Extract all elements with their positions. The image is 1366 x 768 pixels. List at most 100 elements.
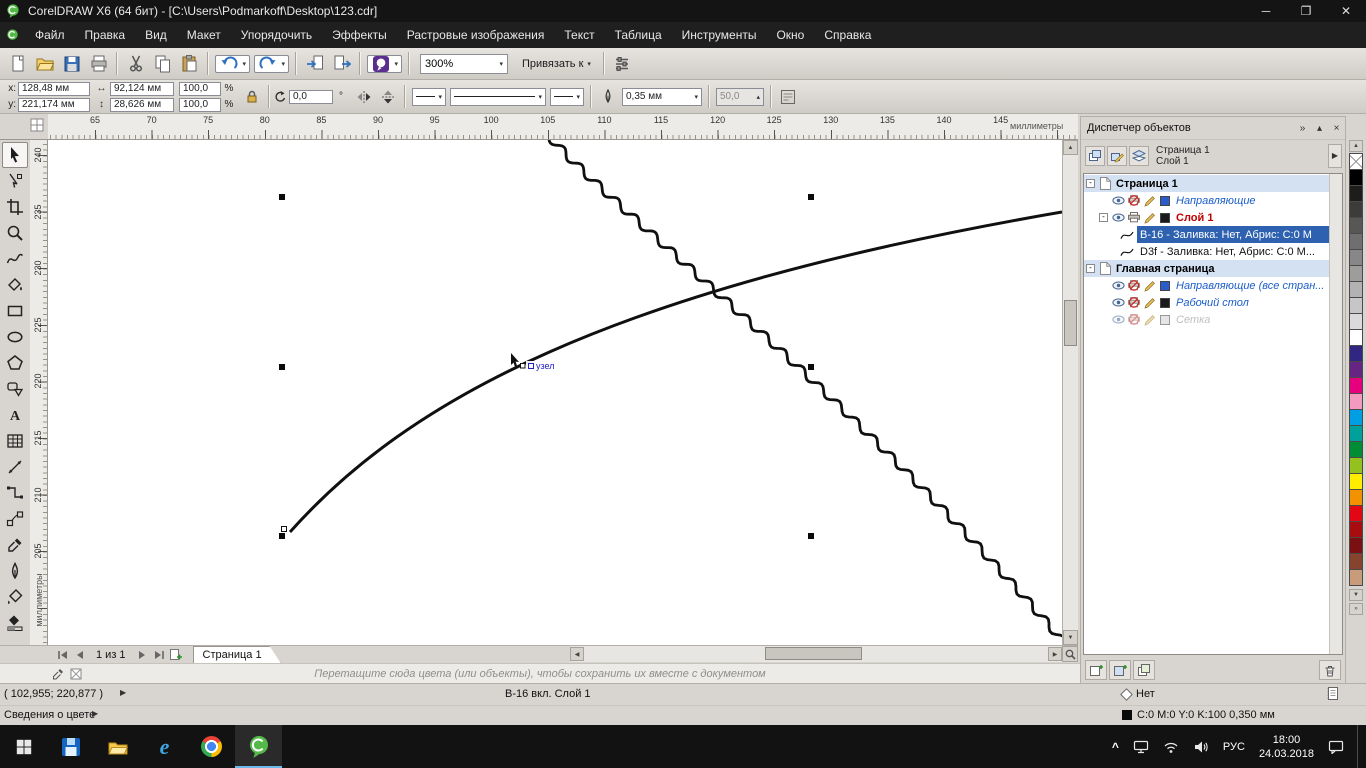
- start-button[interactable]: [0, 725, 47, 768]
- layer-manager-view-button[interactable]: [1129, 145, 1149, 166]
- color-swatch[interactable]: [1349, 201, 1363, 218]
- layer-color-swatch[interactable]: [1160, 195, 1170, 206]
- lock-ratio-button[interactable]: [241, 86, 263, 108]
- color-swatch[interactable]: [1349, 569, 1363, 586]
- menu-item-2[interactable]: Правка: [75, 22, 136, 48]
- undo-button[interactable]: ▾: [215, 54, 250, 73]
- menu-item-9[interactable]: Таблица: [605, 22, 672, 48]
- palette-scroll-down[interactable]: ▼: [1349, 589, 1363, 601]
- expander-icon[interactable]: -: [1086, 264, 1095, 273]
- selection-handle[interactable]: [279, 364, 285, 370]
- layer-visibility-icon[interactable]: [1111, 281, 1125, 290]
- vertical-scrollbar[interactable]: ▲ ▼: [1062, 140, 1078, 645]
- polygon-tool[interactable]: [2, 350, 28, 376]
- coreldraw-taskbar-icon[interactable]: [235, 725, 282, 768]
- color-swatch[interactable]: [1349, 281, 1363, 298]
- layer-print-icon[interactable]: [1127, 195, 1141, 206]
- cut-button[interactable]: [122, 51, 149, 77]
- layer-edit-icon[interactable]: [1143, 314, 1157, 326]
- object-width-input[interactable]: 92,124 мм: [110, 81, 174, 96]
- layer-color-swatch[interactable]: [1160, 297, 1170, 308]
- paste-button[interactable]: [176, 51, 203, 77]
- scale-y-input[interactable]: 100,0: [179, 97, 221, 112]
- color-swatch[interactable]: [1349, 537, 1363, 554]
- network-icon[interactable]: [1133, 739, 1149, 754]
- action-center-icon[interactable]: [1328, 739, 1344, 754]
- edit-across-layers-button[interactable]: [1107, 145, 1127, 166]
- new-master-layer-button[interactable]: [1109, 660, 1131, 680]
- vertical-ruler[interactable]: миллиметры 240 235 230 225 220 215 210 205: [30, 140, 48, 645]
- color-swatch[interactable]: [1349, 377, 1363, 394]
- color-swatch[interactable]: [1349, 169, 1363, 186]
- object-label[interactable]: B-16 - Заливка: Нет, Абрис: C:0 M: [1137, 226, 1329, 243]
- color-swatch[interactable]: [1349, 233, 1363, 250]
- menu-item-3[interactable]: Вид: [135, 22, 177, 48]
- color-swatch[interactable]: [1349, 361, 1363, 378]
- layer-edit-icon[interactable]: [1143, 297, 1157, 309]
- blend-tool[interactable]: [2, 506, 28, 532]
- tree-layer-row[interactable]: Направляющие (все стран...: [1084, 277, 1329, 294]
- layer-color-swatch[interactable]: [1160, 314, 1170, 325]
- wrap-text-button[interactable]: [777, 86, 799, 108]
- menu-item-12[interactable]: Справка: [814, 22, 881, 48]
- menu-item-11[interactable]: Окно: [766, 22, 814, 48]
- layer-print-icon[interactable]: [1127, 297, 1141, 308]
- show-desktop-button[interactable]: [1357, 725, 1362, 768]
- connector-tool[interactable]: [2, 480, 28, 506]
- color-swatch[interactable]: [1349, 265, 1363, 282]
- minimize-button[interactable]: ─: [1246, 0, 1286, 22]
- drawing-canvas[interactable]: узел: [48, 140, 1062, 645]
- horizontal-ruler[interactable]: миллиметры 65 70 75 80 85 90 95 100 105 110 115 120…: [48, 114, 1078, 140]
- fill-indicator[interactable]: Нет: [1120, 687, 1155, 701]
- outline-pen-tool[interactable]: [2, 558, 28, 584]
- rotation-angle-input[interactable]: 0,0: [289, 89, 333, 104]
- mirror-horizontal-button[interactable]: [353, 86, 375, 108]
- tree-object-row[interactable]: B-16 - Заливка: Нет, Абрис: C:0 M: [1084, 226, 1329, 243]
- rectangle-tool[interactable]: [2, 298, 28, 324]
- freehand-tool[interactable]: [2, 246, 28, 272]
- freehand-smoothing-input[interactable]: 50,0 ▴: [716, 87, 764, 106]
- tree-layer-row[interactable]: Рабочий стол: [1084, 294, 1329, 311]
- color-info-flyout-icon[interactable]: ▶: [92, 709, 98, 718]
- first-page-button[interactable]: [54, 647, 71, 663]
- disk-app-taskbar-icon[interactable]: [47, 725, 94, 768]
- selection-handle[interactable]: [279, 194, 285, 200]
- edge-taskbar-icon[interactable]: e: [141, 725, 188, 768]
- delete-button[interactable]: [1319, 660, 1341, 680]
- x-position-input[interactable]: 128,48 мм: [18, 81, 90, 96]
- smart-fill-tool[interactable]: [2, 272, 28, 298]
- snap-to-dropdown[interactable]: Привязать к ▾: [522, 58, 591, 70]
- color-swatch[interactable]: [1349, 329, 1363, 346]
- expander-icon[interactable]: -: [1086, 179, 1095, 188]
- save-button[interactable]: [58, 51, 85, 77]
- tree-layer-row[interactable]: - Слой 1: [1084, 209, 1329, 226]
- color-swatch[interactable]: [1349, 425, 1363, 442]
- layer-visibility-icon[interactable]: [1111, 196, 1125, 205]
- color-swatch[interactable]: [1349, 473, 1363, 490]
- interactive-fill-tool[interactable]: [2, 610, 28, 636]
- layer-print-icon[interactable]: [1127, 212, 1141, 223]
- import-button[interactable]: [301, 51, 328, 77]
- expander-icon[interactable]: -: [1099, 213, 1108, 222]
- copy-button[interactable]: [149, 51, 176, 77]
- tree-object-row[interactable]: D3f - Заливка: Нет, Абрис: C:0 M...: [1084, 243, 1329, 260]
- document-palette-bar[interactable]: Перетащите сюда цвета (или объекты), что…: [0, 663, 1080, 683]
- chrome-taskbar-icon[interactable]: [188, 725, 235, 768]
- menu-item-4[interactable]: Макет: [177, 22, 231, 48]
- selection-handle[interactable]: [808, 364, 814, 370]
- color-swatch[interactable]: [1349, 457, 1363, 474]
- tree-layer-row[interactable]: Сетка: [1084, 311, 1329, 328]
- layer-edit-icon[interactable]: [1143, 195, 1157, 207]
- scroll-up-arrow[interactable]: ▲: [1063, 140, 1078, 155]
- outline-width-combo[interactable]: 0,35 мм ▾: [622, 87, 702, 106]
- tree-scrollbar[interactable]: [1329, 174, 1342, 654]
- options-button[interactable]: [609, 51, 636, 77]
- zoom-tool[interactable]: [2, 220, 28, 246]
- wifi-icon[interactable]: [1163, 740, 1179, 754]
- explorer-taskbar-icon[interactable]: [94, 725, 141, 768]
- layer-print-icon[interactable]: [1127, 314, 1141, 325]
- layer-print-icon[interactable]: [1127, 280, 1141, 291]
- layer-color-swatch[interactable]: [1160, 212, 1170, 223]
- redo-button[interactable]: ▾: [254, 54, 289, 73]
- color-swatch[interactable]: [1349, 297, 1363, 314]
